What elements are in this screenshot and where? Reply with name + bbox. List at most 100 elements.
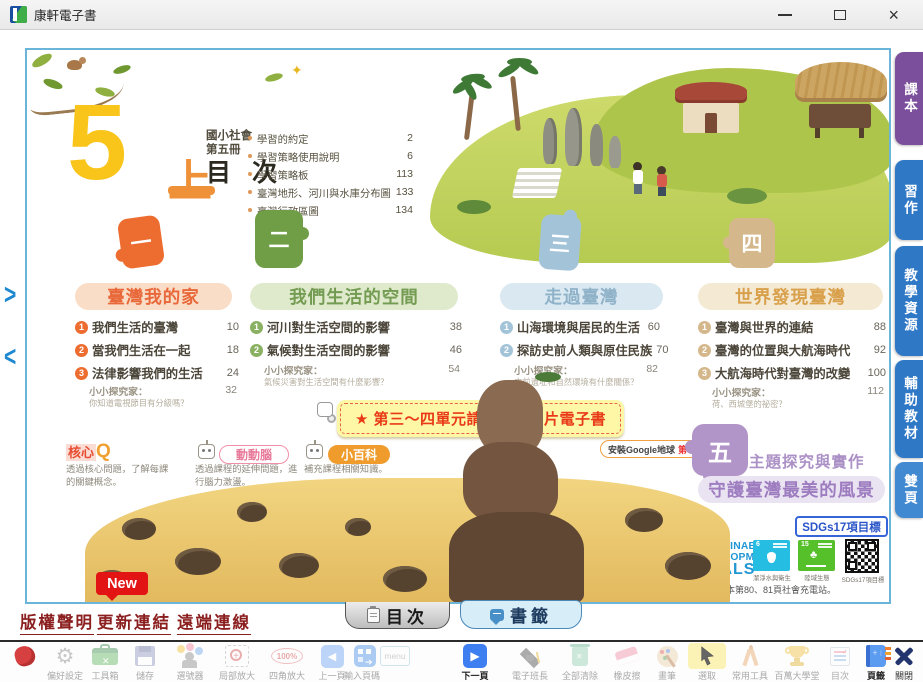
robot-icon xyxy=(306,444,323,459)
sparkle-illustration: ✦ xyxy=(265,62,325,92)
grid-icon: ➔ xyxy=(354,645,376,667)
menu-box: menu xyxy=(380,646,410,666)
front-matter-row: 學習策略板113 xyxy=(248,165,413,183)
sidebar-tab-workbook[interactable]: 習作 xyxy=(895,160,923,240)
stamp-icon xyxy=(13,644,37,668)
cursor-icon xyxy=(698,646,716,666)
front-matter-row: 學習策略使用說明6 xyxy=(248,147,413,165)
unit5-title: 守護臺灣最美的風景 xyxy=(698,476,885,503)
lesson-row: 1我們生活的臺灣10 xyxy=(75,318,239,336)
rock xyxy=(625,508,663,532)
rock xyxy=(665,552,711,580)
toolbar-million-school[interactable]: 百萬大學堂 xyxy=(770,643,824,682)
toolbar-corner-zoom[interactable]: 100% 四角放大 xyxy=(264,643,310,682)
book-page: ✦ 5 上 國小社會 第五冊 目 次 學習的約定2 學習策略使用說明6 學習策略… xyxy=(25,48,891,604)
sidebar-tab-teaching-resources[interactable]: 教學資源 xyxy=(895,246,923,356)
lesson-row: 1臺灣與世界的連結88 xyxy=(698,318,886,336)
window-title: 康軒電子書 xyxy=(34,5,97,24)
toolbar-partial-zoom[interactable]: + 局部放大 xyxy=(214,643,260,682)
update-link[interactable]: 更新連結 xyxy=(97,609,171,635)
sdg6-icon: 6 xyxy=(753,540,790,571)
hut-illustration xyxy=(795,62,887,142)
bush-illustration xyxy=(727,188,767,204)
toolbar-select[interactable]: 選取 xyxy=(684,643,730,682)
robot-icon xyxy=(198,444,215,459)
sdgs-button[interactable]: SDGs17項目標 xyxy=(795,516,888,537)
explorer-row: 小小探究家：32 xyxy=(89,384,237,398)
close-window-button[interactable]: × xyxy=(888,9,899,21)
sdg15-caption: 陸域生態 xyxy=(798,573,836,582)
toolbar-page-input[interactable]: ➔ menu 輸入頁碼 xyxy=(336,643,428,682)
rock xyxy=(383,566,427,592)
unit5-category: 主題探究與實作 xyxy=(749,450,865,472)
toolbar-common-tools[interactable]: 常用工具 xyxy=(727,643,773,682)
copyright-link[interactable]: 版權聲明 xyxy=(20,609,94,635)
bookmark-icon xyxy=(490,609,504,621)
gear-icon: ⚙ xyxy=(56,644,75,669)
explorer-row: 小小探究家：54 xyxy=(264,363,460,377)
legend-core-q: 核心Q xyxy=(66,441,111,463)
unit3-icon: 三 xyxy=(538,214,582,272)
tabbed-book-icon: ＋⋮ xyxy=(866,645,886,667)
toolbar-number-picker[interactable]: 選號器 xyxy=(167,643,213,682)
rock xyxy=(237,502,267,522)
graduation-cap-icon xyxy=(517,646,543,666)
new-badge: New xyxy=(96,572,148,595)
qr-caption: SDGs17項目標 xyxy=(841,575,885,584)
next-arrow[interactable]: > xyxy=(4,280,16,312)
sidebar-tab-aux-materials[interactable]: 輔助教材 xyxy=(895,360,923,458)
bottom-toolbar: ⚙ 偏好設定 ✕ 工具箱 儲存 選號器 + 局部放大 100% xyxy=(0,640,923,682)
unit2-title: 我們生活的空間 xyxy=(250,283,458,310)
lesson-row: 2臺灣的位置與大航海時代92 xyxy=(698,341,886,359)
toolbar-close[interactable]: 關閉 xyxy=(886,643,922,682)
minimize-button[interactable] xyxy=(778,14,792,16)
rock xyxy=(175,548,221,575)
unit5-puzzle-icon: 五 xyxy=(692,424,748,476)
lesson-row: 3大航海時代對臺灣的改變100 xyxy=(698,364,886,382)
toolbox-icon: ✕ xyxy=(92,648,118,665)
qr-code xyxy=(845,539,879,573)
toolbar-save[interactable]: 儲存 xyxy=(122,643,168,682)
kangxuan-logo-icon xyxy=(10,6,27,23)
window-controls: × xyxy=(778,9,913,21)
front-matter-row: 臺灣地形、河川與水庫分布圖133 xyxy=(248,183,413,201)
toolbar-next-page[interactable]: ▶ 下一頁 xyxy=(452,643,498,682)
maximize-button[interactable] xyxy=(834,10,846,20)
bush-illustration xyxy=(457,200,491,214)
explorer-row: 小小探究家：112 xyxy=(712,385,884,399)
prev-arrow[interactable]: < xyxy=(4,342,16,374)
lesson-row: 2當我們生活在一起18 xyxy=(75,341,239,359)
clipboard-icon xyxy=(367,608,380,623)
trash-icon: ✕ xyxy=(572,647,588,666)
explorer-question: 氣候災害對生活空間有什麼影響？ xyxy=(264,376,388,388)
toolbar-class-leader[interactable]: 電子班長 xyxy=(507,643,553,682)
unit4-title: 世界發現臺灣 xyxy=(698,283,883,310)
app-window: 康軒電子書 × ✦ 5 上 國小社會 第五冊 目 次 xyxy=(0,0,923,682)
explorer-question: 荷、西城堡的祕密？ xyxy=(712,398,787,410)
toolbar-clear-all[interactable]: ✕ 全部清除 xyxy=(557,643,603,682)
remote-link[interactable]: 遠端連線 xyxy=(177,609,251,635)
children-illustration xyxy=(631,162,681,204)
list-icon: ✓ xyxy=(830,647,850,666)
robot-icon xyxy=(317,402,333,417)
sidebar-tab-dual-page[interactable]: 雙頁 xyxy=(895,462,923,518)
sidebar-tab-textbook[interactable]: 課本 xyxy=(895,52,923,145)
eraser-icon xyxy=(614,646,639,666)
number-picker-icon xyxy=(177,645,203,667)
lesson-row: 1河川對生活空間的影響38 xyxy=(250,318,462,336)
toc-tab[interactable]: 目次 xyxy=(345,602,450,629)
unit1-title: 臺灣我的家 xyxy=(75,283,232,310)
unit1-icon: 一 xyxy=(117,214,166,269)
legend-brain: 動動腦 xyxy=(219,445,289,464)
lesson-row: 2探訪史前人類與原住民族70 xyxy=(500,341,660,359)
legend-desc: 透過核心問題，了解每課的關鍵概念。 xyxy=(66,463,168,489)
lesson-row: 3法律影響我們的生活24 xyxy=(75,364,239,382)
grade-number: 5 xyxy=(67,88,127,196)
title-bar: 康軒電子書 × xyxy=(0,0,923,30)
legend-desc: 補充課程相關知識。 xyxy=(304,463,388,476)
right-arrow-icon: ▶ xyxy=(463,644,487,668)
unit2-icon: 二 xyxy=(255,210,303,268)
bookmark-tab[interactable]: 書籤 xyxy=(460,600,582,629)
compass-icon xyxy=(739,645,761,667)
rock-tower-illustration xyxy=(449,512,584,604)
